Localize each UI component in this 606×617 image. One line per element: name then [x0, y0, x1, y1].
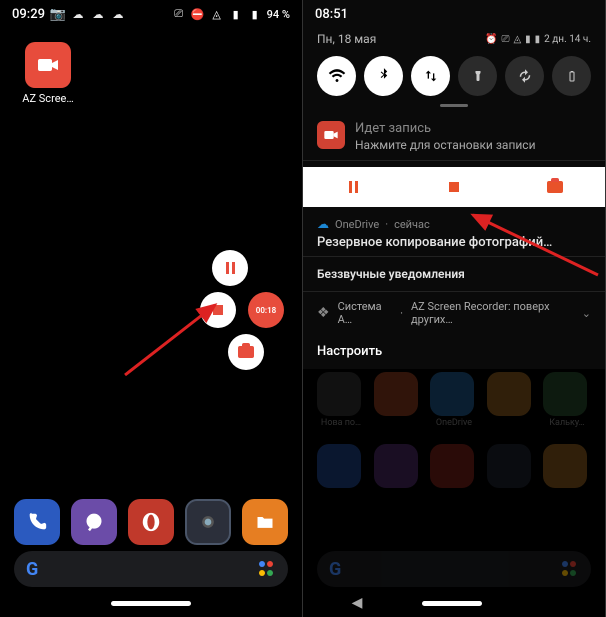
- bg-app: [374, 372, 422, 428]
- separator: ·: [400, 307, 403, 320]
- onedrive-notification[interactable]: ☁ OneDrive · сейчас Резервное копировани…: [303, 207, 605, 257]
- stop-icon: [449, 182, 459, 192]
- app-shortcut-az[interactable]: AZ Scree…: [18, 42, 78, 105]
- nav-back[interactable]: ◀: [352, 595, 363, 611]
- pause-icon: [226, 262, 235, 274]
- az-recorder-icon: [25, 42, 71, 88]
- onedrive-icon: ☁: [317, 217, 329, 231]
- no-sim-icon: ⛔: [191, 7, 205, 21]
- date-label: Пн, 18 мая: [317, 32, 376, 46]
- quick-settings: [303, 48, 605, 102]
- bg-app: [317, 444, 365, 488]
- sys-text: AZ Screen Recorder: поверх других…: [411, 300, 574, 326]
- action-stop[interactable]: [404, 167, 505, 207]
- cast-icon: ⎚: [172, 7, 186, 21]
- notif-title: Идет запись: [355, 121, 536, 136]
- assistant-icon[interactable]: [561, 560, 579, 578]
- bg-app: Нова по…: [317, 372, 365, 428]
- bluetooth-tile[interactable]: [364, 56, 403, 96]
- wifi-tile[interactable]: [317, 56, 356, 96]
- od-app-name: OneDrive: [335, 218, 379, 231]
- chevron-down-icon[interactable]: ⌄: [582, 307, 591, 320]
- google-logo-icon: G: [26, 559, 38, 580]
- statusbar: 09:29 📷 ☁ ☁ ☁ ⎚ ⛔ ◬ ▮ ▮ 94 %: [0, 0, 302, 28]
- qs-header: Пн, 18 мая ⏰ ⎚ ◬ ▮ ▮ 2 дн. 14 ч.: [303, 28, 605, 48]
- cloud-icon: ☁: [111, 7, 125, 21]
- stop-icon: [213, 305, 223, 315]
- pause-button[interactable]: [212, 250, 248, 286]
- navbar: ◀: [303, 595, 605, 611]
- az-recorder-icon: [317, 121, 345, 149]
- flashlight-tile[interactable]: [458, 56, 497, 96]
- camera-icon: [238, 346, 254, 358]
- cloud-icon: ☁: [91, 7, 105, 21]
- google-search-bar[interactable]: G: [14, 551, 288, 587]
- od-when: сейчас: [394, 218, 430, 231]
- clock: 09:29: [12, 7, 45, 22]
- action-pause[interactable]: [303, 167, 404, 207]
- battery-icon: ▮: [248, 7, 262, 21]
- battery-icon: ▮: [535, 34, 541, 45]
- alarm-icon: ⏰: [485, 34, 497, 45]
- notification-shade: 08:51 Пн, 18 мая ⏰ ⎚ ◬ ▮ ▮ 2 дн. 14 ч.: [303, 0, 605, 369]
- od-body: Резервное копирование фотографий…: [317, 235, 591, 250]
- floating-controls: 00:18: [200, 250, 290, 370]
- files-app-icon[interactable]: [242, 499, 288, 545]
- wifi-icon: ◬: [513, 34, 521, 45]
- recording-actions: [303, 167, 605, 207]
- wifi-icon: ◬: [210, 7, 224, 21]
- background-home: Нова по… OneDrive Кальку…: [303, 372, 605, 547]
- separator: ·: [385, 218, 388, 231]
- cloud-icon: ☁: [71, 7, 85, 21]
- pause-icon: [349, 181, 358, 193]
- bg-app: [430, 444, 478, 488]
- navbar: [0, 595, 302, 611]
- rotate-tile[interactable]: [505, 56, 544, 96]
- phone-right: Нова по… OneDrive Кальку… G ◀ 08:51: [303, 0, 606, 617]
- battery-tile[interactable]: [552, 56, 591, 96]
- action-screenshot[interactable]: [504, 167, 605, 207]
- screenshot-button[interactable]: [228, 334, 264, 370]
- camera-status-icon: 📷: [51, 7, 65, 21]
- bg-app: [374, 444, 422, 488]
- phone-left: 09:29 📷 ☁ ☁ ☁ ⎚ ⛔ ◬ ▮ ▮ 94 % AZ Scree… 0…: [0, 0, 303, 617]
- bg-app: Кальку…: [543, 372, 591, 428]
- settings-button[interactable]: Настроить: [303, 334, 605, 369]
- cast-icon: ⎚: [501, 34, 509, 45]
- battery-pct: 94 %: [267, 8, 290, 21]
- sys-app: Система А…: [338, 300, 393, 326]
- signal-icon: ▮: [525, 34, 531, 45]
- bg-app: [487, 444, 535, 488]
- battery-detail: 2 дн. 14 ч.: [544, 34, 591, 45]
- bg-app: [543, 444, 591, 488]
- google-logo-icon: G: [329, 559, 341, 580]
- dock: [0, 499, 302, 545]
- google-search-bar[interactable]: G: [317, 551, 591, 587]
- stop-button[interactable]: [200, 292, 236, 328]
- home-pill[interactable]: [111, 601, 191, 606]
- phone-app-icon[interactable]: [14, 499, 60, 545]
- status-icons: ⏰ ⎚ ◬ ▮ ▮ 2 дн. 14 ч.: [485, 34, 591, 45]
- clock: 08:51: [315, 7, 348, 22]
- assistant-icon[interactable]: [258, 560, 276, 578]
- camera-icon: [547, 181, 563, 193]
- messenger-app-icon[interactable]: [71, 499, 117, 545]
- layers-icon: ❖: [317, 305, 330, 321]
- bg-app: OneDrive: [430, 372, 478, 428]
- home-pill[interactable]: [422, 601, 482, 606]
- signal-icon: ▮: [229, 7, 243, 21]
- notif-subtitle: Нажмите для остановки записи: [355, 138, 536, 152]
- opera-app-icon[interactable]: [128, 499, 174, 545]
- data-tile[interactable]: [411, 56, 450, 96]
- record-time: 00:18: [256, 306, 276, 315]
- camera-app-icon[interactable]: [185, 499, 231, 545]
- bg-app: [487, 372, 535, 428]
- recording-notification[interactable]: Идет запись Нажмите для остановки записи: [303, 113, 605, 161]
- record-time-badge[interactable]: 00:18: [248, 292, 284, 328]
- statusbar: 08:51: [303, 0, 605, 28]
- shade-handle[interactable]: [440, 104, 468, 107]
- system-notification[interactable]: ❖ Система А… · AZ Screen Recorder: повер…: [303, 291, 605, 334]
- app-label: AZ Scree…: [18, 92, 78, 105]
- silent-section-header: Беззвучные уведомления: [303, 257, 605, 291]
